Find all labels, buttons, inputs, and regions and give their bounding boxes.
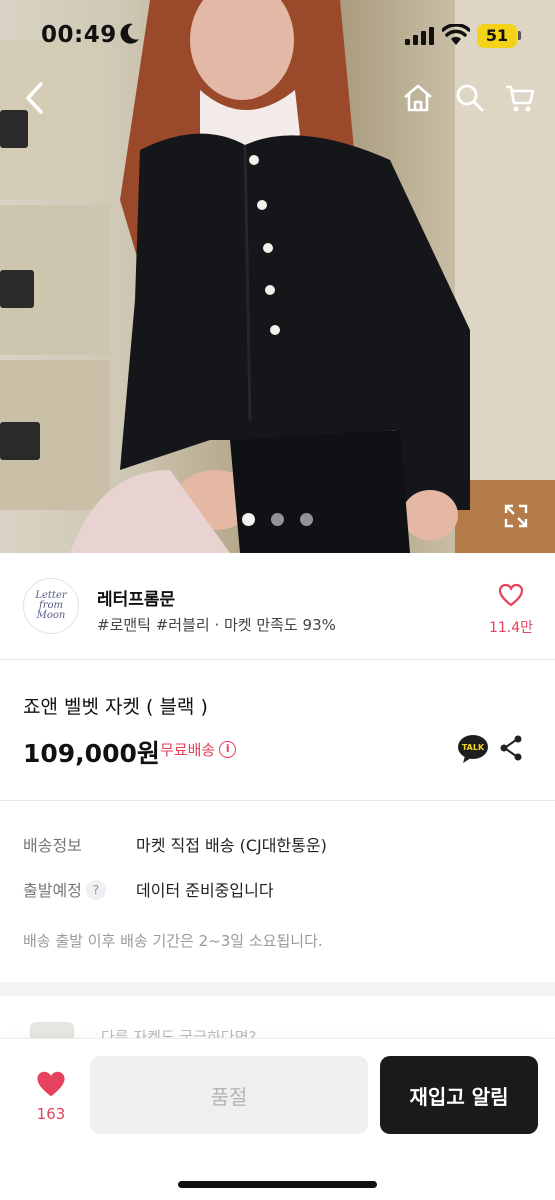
cart-button[interactable]	[500, 78, 540, 118]
home-icon	[404, 84, 432, 112]
free-shipping-label: 무료배송	[160, 741, 216, 759]
talk-icon[interactable]: TALK	[457, 734, 489, 764]
expand-icon[interactable]	[498, 498, 534, 534]
product-name: 죠앤 벨벳 자켓 ( 블랙 )	[23, 696, 208, 718]
carousel-dot[interactable]	[271, 513, 284, 526]
bottom-action-bar: 163 품절 재입고 알림	[0, 1038, 555, 1200]
back-icon	[26, 82, 43, 114]
home-button[interactable]	[398, 78, 438, 118]
cart-icon	[506, 85, 535, 112]
question-icon[interactable]: ?	[85, 880, 106, 900]
seller-logo-text: Letter from Moon	[35, 590, 67, 621]
share-icon[interactable]	[498, 734, 524, 762]
talk-label: TALK	[462, 743, 485, 752]
info-icon[interactable]: i	[219, 741, 237, 758]
signal-icon	[405, 27, 434, 45]
battery-tip	[518, 31, 521, 40]
carousel-dot[interactable]	[242, 513, 255, 526]
moon-icon	[120, 23, 139, 44]
heart-icon	[498, 583, 524, 607]
carousel-dot[interactable]	[300, 513, 313, 526]
search-icon	[456, 84, 484, 112]
store-like-button[interactable]: 11.4만	[486, 583, 536, 637]
departure-label: 출발예정	[23, 881, 82, 900]
wifi-icon	[442, 24, 470, 45]
seller-name[interactable]: 레터프롬문	[97, 585, 175, 610]
seller-logo[interactable]: Letter from Moon	[23, 578, 79, 634]
store-like-count: 11.4만	[488, 620, 534, 636]
delivery-info: 배송정보 마켓 직접 배송 (CJ대한통운) 출발예정? 데이터 준비중입니다 …	[0, 802, 555, 982]
free-shipping-badge[interactable]: 무료배송 i	[160, 739, 237, 760]
soldout-button[interactable]: 품절	[90, 1056, 368, 1134]
product-image[interactable]: 00:49 51	[0, 0, 555, 553]
product-price: 109,000원	[23, 739, 160, 768]
status-time: 00:49	[41, 22, 117, 48]
section-divider	[0, 982, 555, 996]
seller-row[interactable]: Letter from Moon 레터프롬문 #로맨틱 #러블리 · 마켓 만족…	[0, 553, 555, 660]
like-button[interactable]: 163	[22, 1069, 80, 1123]
delivery-note: 배송 출발 이후 배송 기간은 2~3일 소요됩니다.	[23, 932, 323, 950]
departure-value: 데이터 준비중입니다	[136, 881, 274, 900]
search-button[interactable]	[450, 78, 490, 118]
like-count: 163	[36, 1105, 66, 1123]
departure-label-row: 출발예정?	[23, 877, 106, 901]
delivery-value: 마켓 직접 배송 (CJ대한통운)	[136, 836, 327, 855]
back-button[interactable]	[14, 78, 54, 118]
status-bar: 00:49 51	[0, 0, 555, 72]
carousel-indicator[interactable]	[0, 513, 555, 526]
battery-indicator: 51	[477, 24, 517, 48]
restock-alert-button[interactable]: 재입고 알림	[380, 1056, 538, 1134]
home-indicator	[178, 1181, 377, 1188]
heart-icon	[37, 1071, 65, 1097]
product-info: 죠앤 벨벳 자켓 ( 블랙 ) 109,000원 무료배송 i TALK	[0, 661, 555, 801]
seller-tags: #로맨틱 #러블리 · 마켓 만족도 93%	[97, 616, 336, 634]
delivery-label: 배송정보	[23, 836, 82, 855]
